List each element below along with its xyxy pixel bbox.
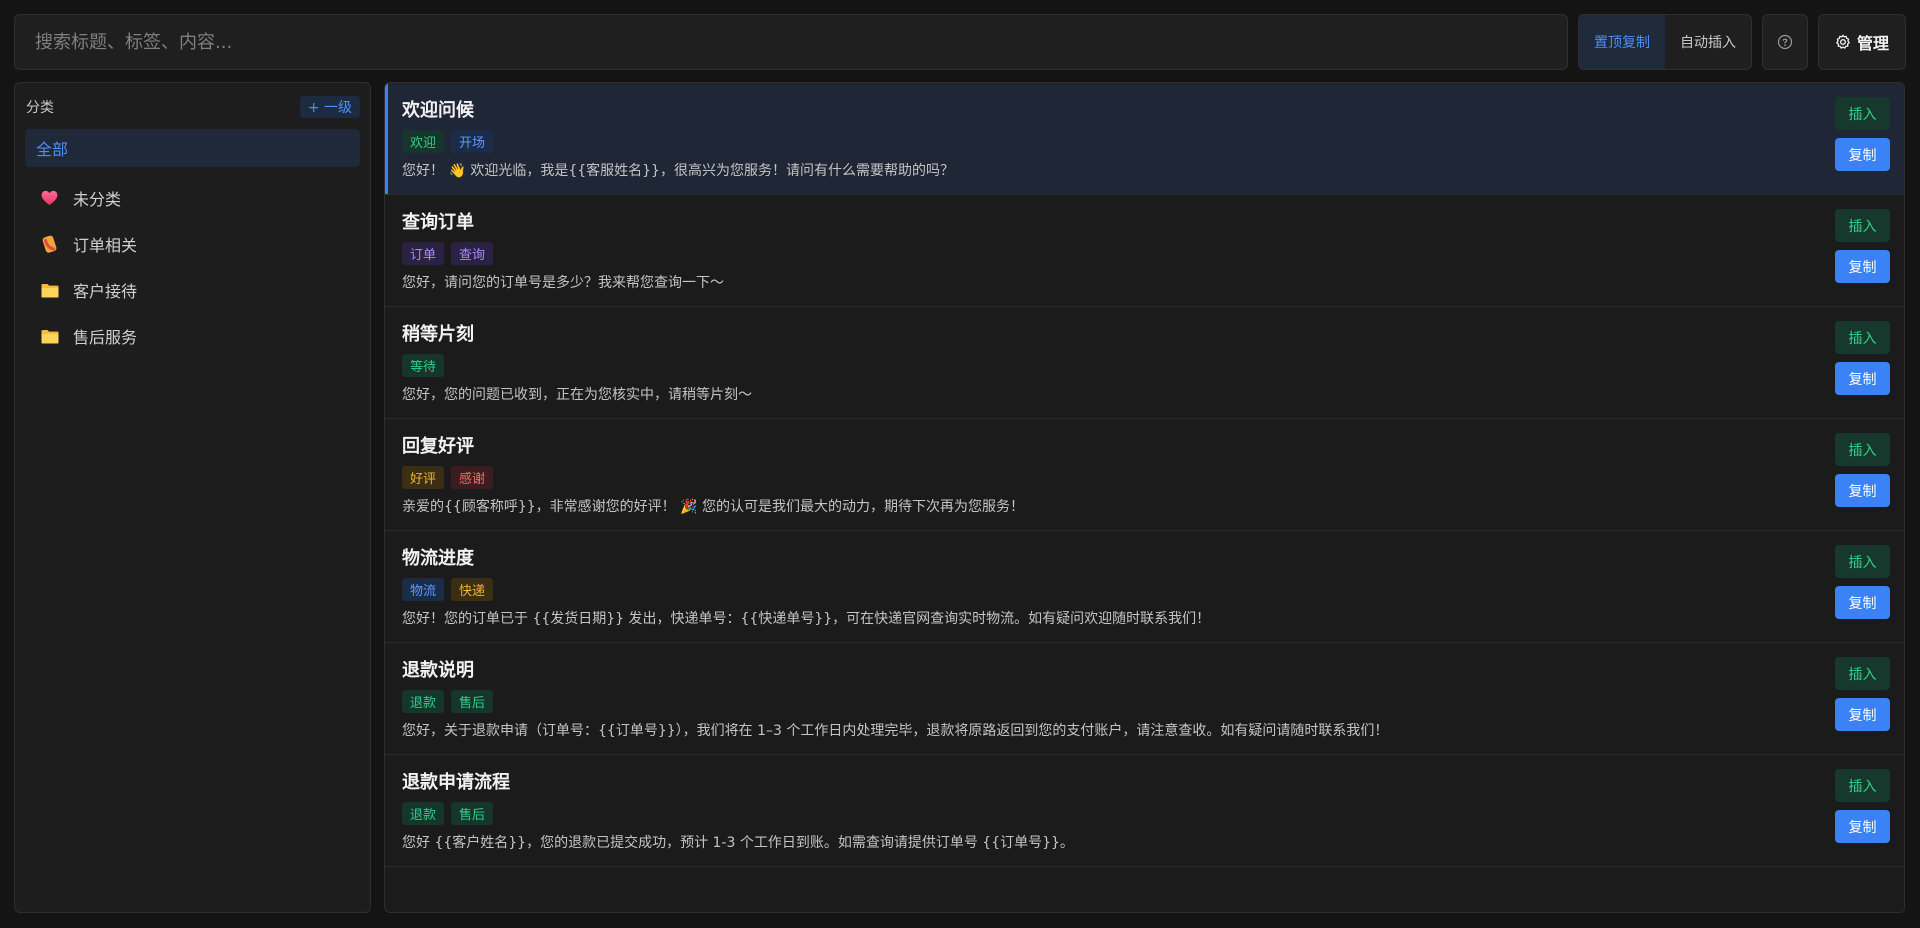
insert-button[interactable]: 插入: [1835, 433, 1890, 466]
row-actions: 插入 复制: [1835, 97, 1890, 171]
snippet-title: 物流进度: [402, 548, 474, 569]
row-actions: 插入 复制: [1835, 545, 1890, 619]
sidebar-title: 分类: [26, 100, 54, 116]
insert-button[interactable]: 插入: [1835, 209, 1890, 242]
sidebar-item-all[interactable]: 全部: [25, 129, 360, 167]
tag[interactable]: 等待: [402, 354, 445, 377]
tag[interactable]: 退款: [402, 802, 445, 825]
search-input[interactable]: [35, 31, 1547, 53]
copy-button[interactable]: 复制: [1835, 586, 1890, 619]
snippet-tags: 好评 感谢: [402, 466, 1904, 489]
copy-button[interactable]: 复制: [1835, 250, 1890, 283]
category-list: 未分类 订单相关 客户接待 售后服务: [25, 175, 360, 359]
row-actions: 插入 复制: [1835, 321, 1890, 395]
snippet-content: 您好！ 👋 欢迎光临，我是{{客服姓名}}，很高兴为您服务！请问有什么需要帮助的…: [402, 163, 954, 179]
snippet-tags: 退款 售后: [402, 802, 1904, 825]
app-window: 置顶复制 自动插入 管理 分类 + 一级 全部: [0, 0, 1920, 928]
snippet-row[interactable]: 回复好评 好评 感谢 亲爱的{{顾客称呼}}，非常感谢您的好评！ 🎉 您的认可是…: [385, 419, 1904, 531]
row-actions: 插入 复制: [1835, 769, 1890, 843]
folder-icon: [40, 281, 59, 300]
snippet-tags: 物流 快递: [402, 578, 1904, 601]
tag[interactable]: 退款: [402, 690, 445, 713]
snippet-row[interactable]: 物流进度 物流 快递 您好！您的订单已于 {{发货日期}} 发出，快递单号：{{…: [385, 531, 1904, 643]
tag[interactable]: 物流: [402, 578, 445, 601]
tag[interactable]: 好评: [402, 466, 445, 489]
snippet-row[interactable]: 稍等片刻 等待 您好，您的问题已收到，正在为您核实中，请稍等片刻～ 插入 复制: [385, 307, 1904, 419]
tag[interactable]: 欢迎: [402, 130, 445, 153]
snippet-row[interactable]: 查询订单 订单 查询 您好，请问您的订单号是多少？我来帮您查询一下～ 插入 复制: [385, 195, 1904, 307]
manage-label: 管理: [1856, 34, 1889, 53]
heart-icon: [40, 189, 59, 208]
question-circle-icon: [1777, 34, 1793, 50]
snippet-tags: 退款 售后: [402, 690, 1904, 713]
tag[interactable]: 开场: [451, 130, 494, 153]
tag[interactable]: 感谢: [451, 466, 494, 489]
tag[interactable]: 快递: [451, 578, 494, 601]
folder-icon: [40, 327, 59, 346]
insert-button[interactable]: 插入: [1835, 769, 1890, 802]
add-top-level-button[interactable]: + 一级: [299, 96, 360, 118]
insert-button[interactable]: 插入: [1835, 321, 1890, 354]
category-sidebar: 分类 + 一级 全部 未分类 订单相关 客户接待 售后服务: [14, 82, 371, 913]
auto-insert-mode-button[interactable]: 自动插入: [1665, 15, 1751, 69]
snippet-tags: 欢迎 开场: [402, 130, 1904, 153]
row-actions: 插入 复制: [1835, 433, 1890, 507]
tag[interactable]: 售后: [451, 690, 494, 713]
snippet-tags: 订单 查询: [402, 242, 1904, 265]
snippet-list: 欢迎问候 欢迎 开场 您好！ 👋 欢迎光临，我是{{客服姓名}}，很高兴为您服务…: [384, 82, 1905, 913]
sidebar-item-label: 订单相关: [73, 236, 138, 255]
snippet-tags: 等待: [402, 354, 1904, 377]
insert-button[interactable]: 插入: [1835, 97, 1890, 130]
snippet-row[interactable]: 退款说明 退款 售后 您好，关于退款申请（订单号：{{订单号}}），我们将在 1…: [385, 643, 1904, 755]
tag[interactable]: 订单: [402, 242, 445, 265]
snippet-content: 您好！您的订单已于 {{发货日期}} 发出，快递单号：{{快递单号}}，可在快递…: [402, 611, 1211, 627]
tag[interactable]: 查询: [451, 242, 494, 265]
help-button[interactable]: [1762, 14, 1808, 70]
sidebar-item-label: 售后服务: [73, 328, 138, 347]
snippet-content: 您好，关于退款申请（订单号：{{订单号}}），我们将在 1–3 个工作日内处理完…: [402, 723, 1389, 739]
row-actions: 插入 复制: [1835, 209, 1890, 283]
snippet-content: 您好，请问您的订单号是多少？我来帮您查询一下～: [402, 275, 724, 291]
manage-button[interactable]: 管理: [1818, 14, 1906, 70]
gear-icon: [1836, 34, 1850, 49]
snippet-title: 退款申请流程: [402, 772, 510, 793]
insert-button[interactable]: 插入: [1835, 545, 1890, 578]
sidebar-item-after-sales[interactable]: 售后服务: [25, 313, 360, 359]
sidebar-item-orders[interactable]: 订单相关: [25, 221, 360, 267]
sidebar-item-uncategorized[interactable]: 未分类: [25, 175, 360, 221]
sidebar-item-reception[interactable]: 客户接待: [25, 267, 360, 313]
snippet-title: 查询订单: [402, 212, 474, 233]
snippet-row[interactable]: 退款申请流程 退款 售后 您好 {{客户姓名}}，您的退款已提交成功，预计 1-…: [385, 755, 1904, 867]
row-actions: 插入 复制: [1835, 657, 1890, 731]
copy-button[interactable]: 复制: [1835, 810, 1890, 843]
top-bar: 置顶复制 自动插入 管理: [14, 14, 1906, 70]
snippet-title: 欢迎问候: [402, 100, 474, 121]
copy-button[interactable]: 复制: [1835, 362, 1890, 395]
mode-toggle-group: 置顶复制 自动插入: [1578, 14, 1752, 70]
snippet-content: 亲爱的{{顾客称呼}}，非常感谢您的好评！ 🎉 您的认可是我们最大的动力，期待下…: [402, 499, 1024, 515]
snippet-title: 退款说明: [402, 660, 474, 681]
pin-copy-mode-button[interactable]: 置顶复制: [1579, 15, 1665, 69]
snippet-title: 稍等片刻: [402, 324, 474, 345]
sidebar-item-label: 未分类: [73, 190, 122, 209]
copy-button[interactable]: 复制: [1835, 698, 1890, 731]
sidebar-header: 分类 + 一级: [25, 93, 360, 121]
search-box[interactable]: [14, 14, 1568, 70]
snippet-row[interactable]: 欢迎问候 欢迎 开场 您好！ 👋 欢迎光临，我是{{客服姓名}}，很高兴为您服务…: [385, 83, 1904, 195]
sidebar-item-label: 客户接待: [73, 282, 138, 301]
snippet-title: 回复好评: [402, 436, 474, 457]
insert-button[interactable]: 插入: [1835, 657, 1890, 690]
snippet-content: 您好，您的问题已收到，正在为您核实中，请稍等片刻～: [402, 387, 752, 403]
copy-button[interactable]: 复制: [1835, 474, 1890, 507]
phone-icon: [40, 235, 59, 254]
copy-button[interactable]: 复制: [1835, 138, 1890, 171]
tag[interactable]: 售后: [451, 802, 494, 825]
snippet-content: 您好 {{客户姓名}}，您的退款已提交成功，预计 1-3 个工作日到账。如需查询…: [402, 835, 1074, 851]
